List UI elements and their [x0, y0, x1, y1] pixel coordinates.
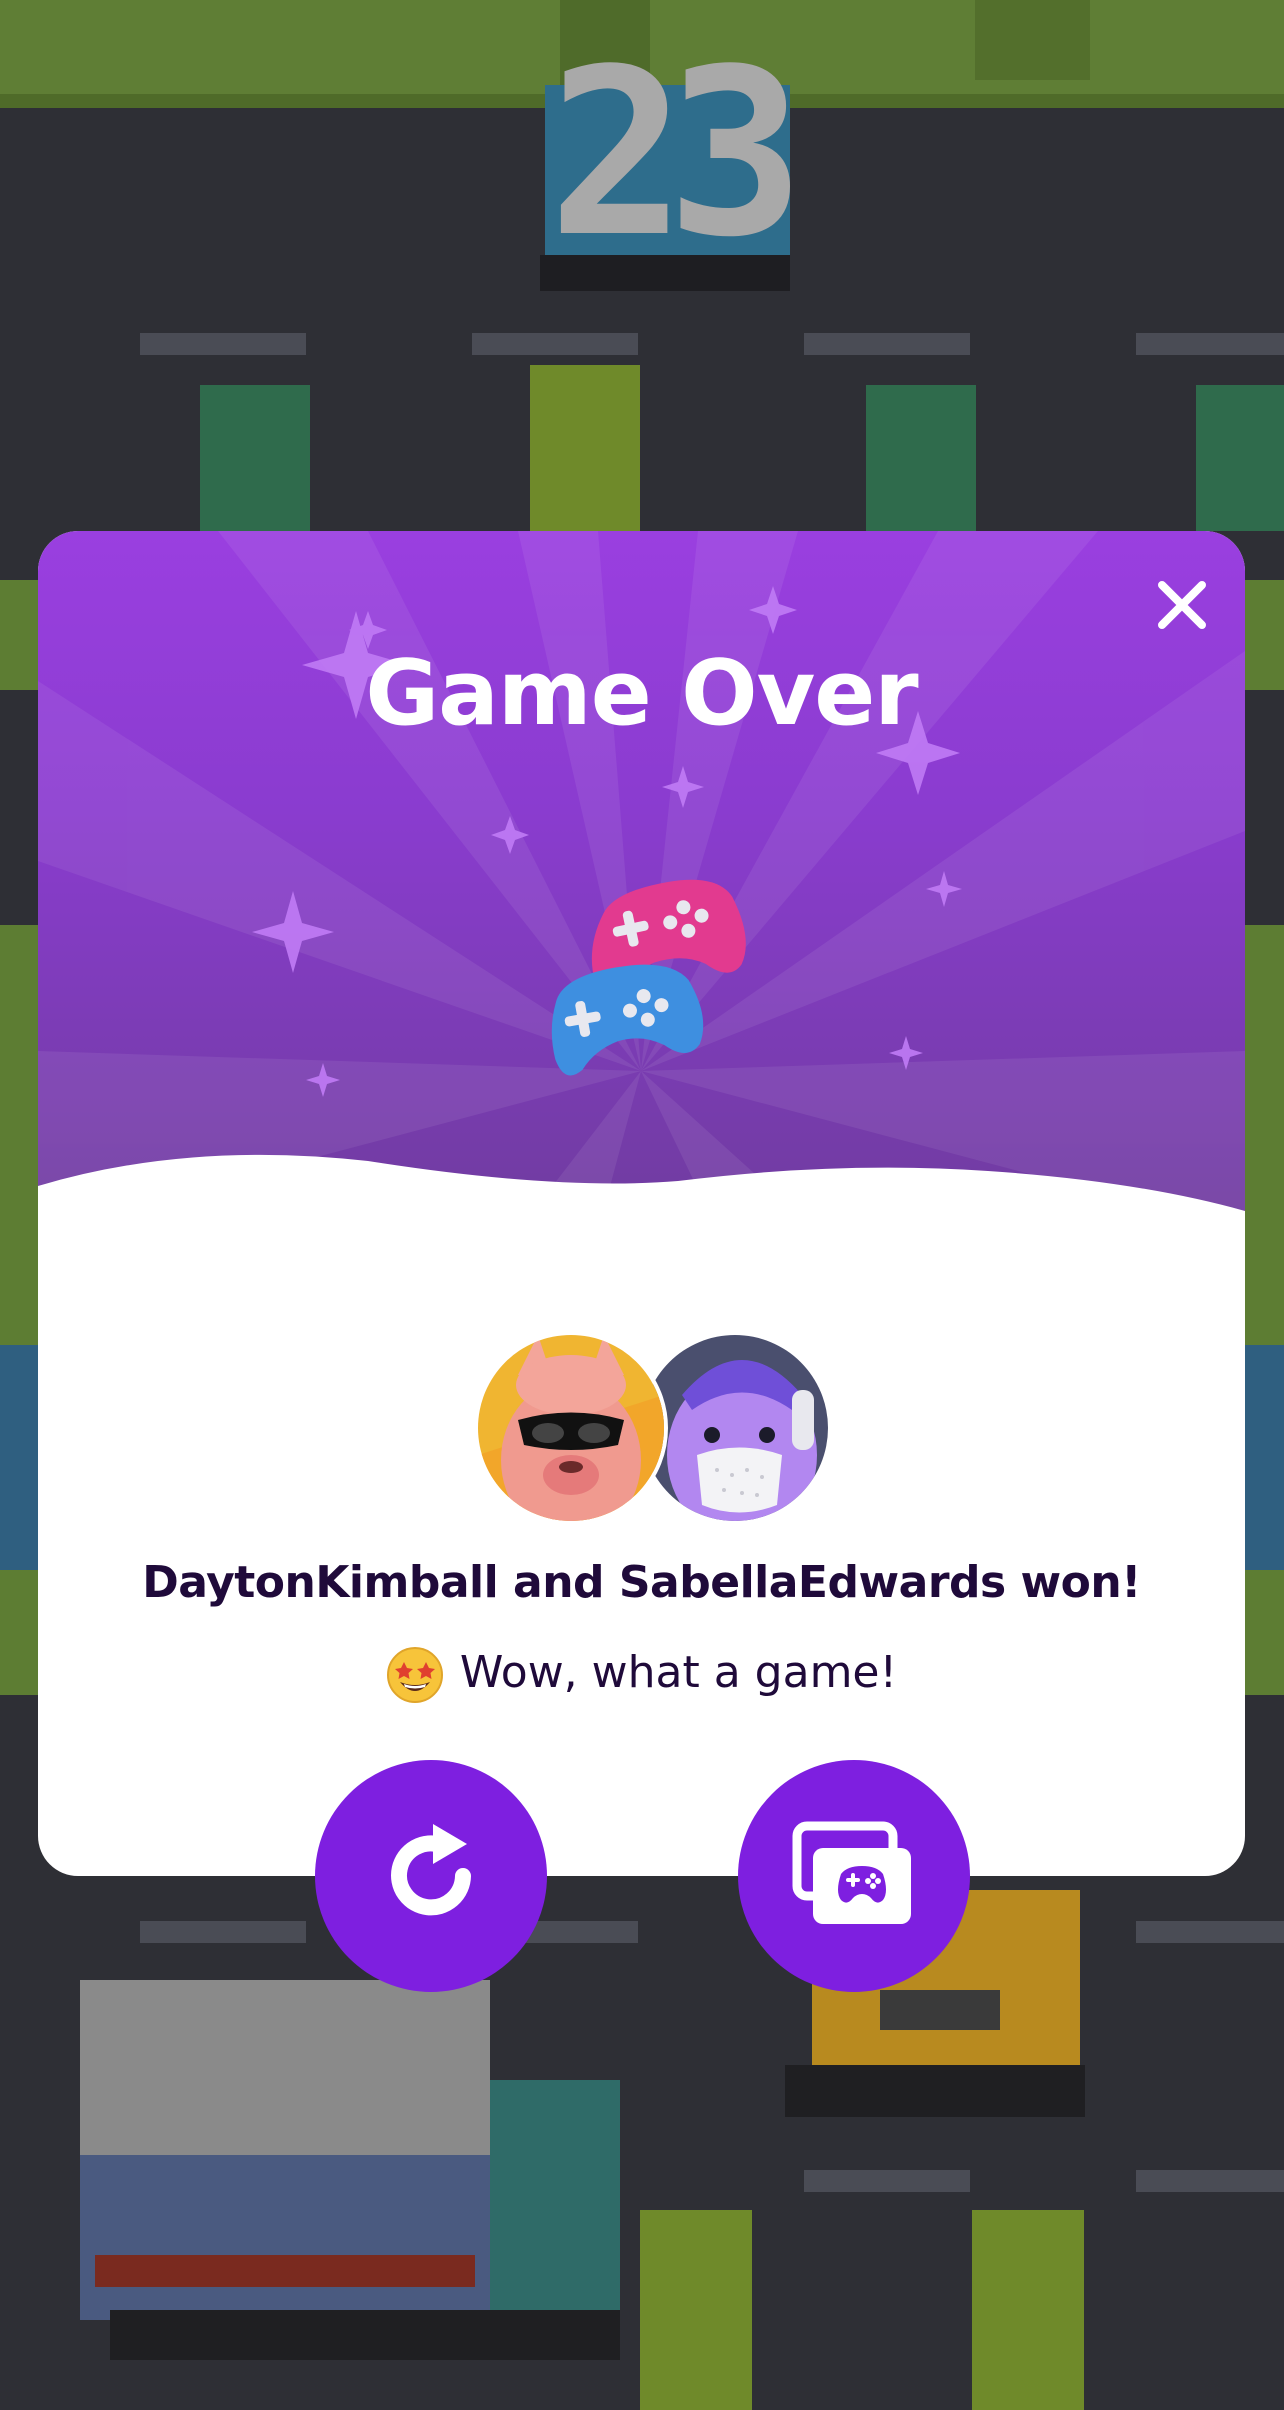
lane-marker	[472, 333, 638, 355]
truck-trailer	[80, 2155, 490, 2320]
taxi-wheels	[785, 2065, 1085, 2117]
lane-marker	[804, 2170, 970, 2192]
subtext: Wow, what a game!	[38, 1643, 1245, 1704]
game-over-dialog: Game Over DaytonKimball and SabellaEdwar…	[38, 531, 1245, 1876]
grass-lane	[1245, 925, 1284, 1345]
grass-lane	[0, 580, 38, 690]
lane-marker	[804, 333, 970, 355]
grass-lane	[0, 925, 38, 1345]
lane-marker	[1136, 333, 1284, 355]
car	[640, 2210, 752, 2410]
water-lane	[1245, 1345, 1284, 1570]
lane-marker	[1136, 1921, 1284, 1943]
dialog-header: Game Over	[38, 531, 1245, 1231]
car	[1196, 385, 1284, 531]
grass-lane	[1245, 1570, 1284, 1695]
lane-marker	[1136, 2170, 1284, 2192]
grass-lane	[1245, 580, 1284, 690]
header-wave	[38, 1154, 1245, 1231]
replay-icon	[391, 1824, 471, 1916]
lane-marker	[140, 1921, 306, 1943]
car	[200, 385, 310, 531]
taxi-window	[880, 1990, 1000, 2030]
star-struck-emoji-icon	[386, 1647, 443, 1703]
winner-text: DaytonKimball and SabellaEdwards won!	[142, 1557, 1141, 1608]
car	[972, 2210, 1084, 2410]
car	[866, 385, 976, 531]
truck-trailer	[80, 1980, 490, 2160]
truck-wheels	[110, 2310, 620, 2360]
water-lane	[0, 1345, 38, 1570]
truck-cab	[490, 2080, 620, 2330]
grass-lane	[0, 1570, 38, 1695]
winners-avatars	[470, 1331, 850, 1525]
lane-marker	[140, 333, 306, 355]
avatar	[474, 1331, 668, 1525]
car	[530, 365, 640, 531]
replay-button[interactable]	[315, 1760, 547, 1992]
truck-stripe	[95, 2255, 475, 2287]
tree-stump	[975, 0, 1090, 80]
subtext-label: Wow, what a game!	[459, 1647, 898, 1698]
more-games-button[interactable]	[738, 1760, 970, 1992]
score-display: 23	[548, 21, 805, 288]
llama-mask-avatar-icon	[642, 1335, 828, 1521]
llama-avatar-icon	[478, 1335, 664, 1521]
more-games-icon	[792, 1821, 911, 1924]
